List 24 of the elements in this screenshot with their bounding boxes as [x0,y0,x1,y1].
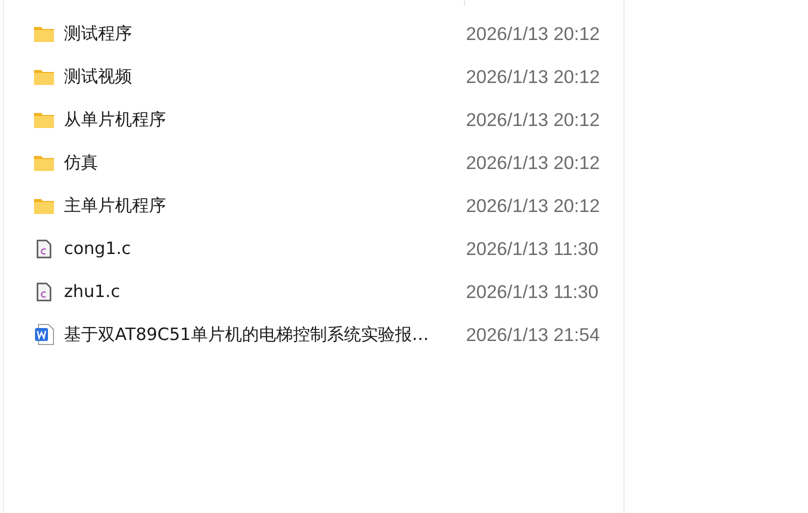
folder-icon [33,68,55,86]
file-name[interactable]: 测试视频 [64,65,466,88]
modified-date: 2026/1/13 20:12 [466,22,600,44]
modified-date: 2026/1/13 21:54 [466,324,600,346]
modified-date: 2026/1/13 20:12 [466,152,600,174]
file-name[interactable]: 仿真 [64,151,466,174]
folder-icon [33,196,55,214]
c-file-icon [36,238,52,258]
file-name[interactable]: zhu1.c [64,282,466,302]
file-name[interactable]: cong1.c [64,238,466,258]
modified-date: 2026/1/13 20:12 [466,194,600,216]
file-name[interactable]: 基于双AT89C51单片机的电梯控制系统实验报… [64,323,466,346]
folder-icon [33,110,55,128]
folder-icon [33,154,55,172]
modified-date: 2026/1/13 20:12 [466,66,600,88]
file-name[interactable]: 测试程序 [64,22,466,45]
folder-icon [33,24,55,42]
file-name[interactable]: 主单片机程序 [64,194,466,217]
word-document-icon [34,324,54,345]
c-file-icon [36,282,52,302]
modified-date: 2026/1/13 20:12 [466,108,600,130]
modified-date: 2026/1/13 11:30 [466,238,598,260]
file-name[interactable]: 从单片机程序 [64,108,466,131]
modified-date: 2026/1/13 11:30 [466,280,598,302]
